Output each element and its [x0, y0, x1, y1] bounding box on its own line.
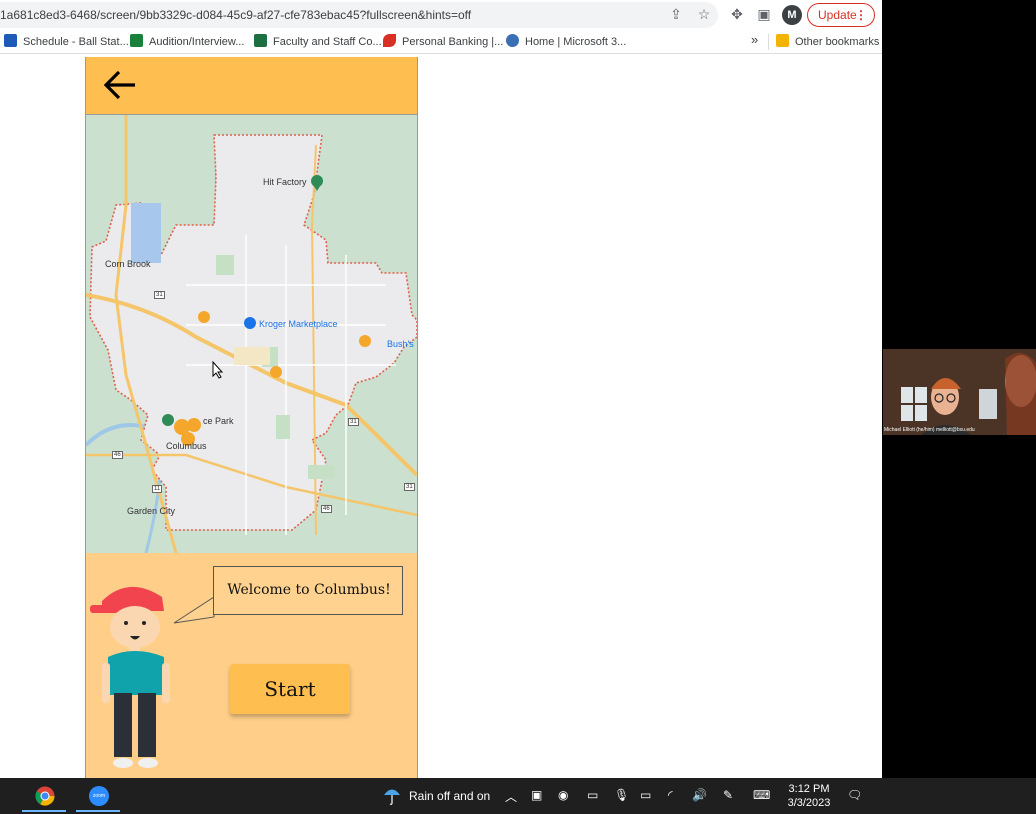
gear-badge-icon	[506, 34, 519, 47]
clock-time[interactable]: 3:12 PM	[788, 783, 830, 795]
menu-dots-icon: ⋮	[855, 8, 867, 22]
active-indicator	[76, 810, 120, 812]
share-icon[interactable]: ⇪	[666, 4, 686, 24]
url-text[interactable]: 1a681c8ed3-6468/screen/9bb3329c-d084-45c…	[0, 8, 471, 22]
v-logo-icon	[4, 34, 17, 47]
active-indicator	[22, 810, 66, 812]
bookmark-schedule[interactable]: Schedule - Ball Stat...	[4, 34, 129, 50]
city-map[interactable]: Hit Factory Corn Brook Kroger Marketplac…	[86, 115, 417, 553]
prototype-app-frame: Hit Factory Corn Brook Kroger Marketplac…	[85, 57, 418, 778]
zoom-icon: zoom	[89, 786, 109, 806]
map-label-columbus: Columbus	[166, 441, 207, 451]
extensions-icon[interactable]: ✥	[727, 4, 747, 24]
microphone-icon[interactable]: 🎙	[614, 788, 629, 802]
bookmark-label: Audition/Interview...	[149, 36, 245, 48]
route-shield-31: 31	[404, 483, 415, 491]
update-label: Update	[818, 8, 857, 22]
map-graphic	[86, 115, 417, 553]
map-label-bushs[interactable]: Bush's	[387, 339, 414, 349]
bookmark-label: Schedule - Ball Stat...	[23, 36, 129, 48]
battery-icon[interactable]: ▭	[640, 788, 651, 802]
meeting-status-icon[interactable]: ◉	[558, 788, 568, 802]
bookmark-faculty[interactable]: Faculty and Staff Co...	[254, 34, 382, 50]
chrome-browser-window: 1a681c8ed3-6468/screen/9bb3329c-d084-45c…	[0, 0, 882, 778]
route-shield-11: 11	[152, 485, 163, 493]
bookmark-microsoft[interactable]: Home | Microsoft 3...	[506, 34, 626, 50]
star-icon[interactable]: ☆	[694, 4, 714, 24]
windows-taskbar: zoom Rain off and on ︿ ▣ ◉ ▭ 🎙 ▭ ◜ 🔊 ✎ ⌨…	[0, 778, 1036, 814]
bank-swoosh-icon	[383, 34, 396, 47]
map-label-kroger[interactable]: Kroger Marketplace	[259, 319, 338, 329]
chevron-up-icon[interactable]: ︿	[505, 788, 517, 805]
bookmarks-bar: Schedule - Ball Stat... Audition/Intervi…	[0, 30, 882, 54]
mouse-cursor-icon	[212, 361, 224, 379]
profile-avatar[interactable]: M	[782, 5, 802, 25]
pen-icon[interactable]: ✎	[723, 788, 733, 802]
bookmark-audition[interactable]: Audition/Interview...	[130, 34, 244, 50]
bookmark-label: Faculty and Staff Co...	[273, 36, 382, 48]
address-bar: 1a681c8ed3-6468/screen/9bb3329c-d084-45c…	[0, 0, 882, 30]
start-button[interactable]: Start	[230, 664, 350, 714]
excel-icon	[254, 34, 267, 47]
taskbar-zoom[interactable]: zoom	[72, 782, 124, 812]
url-field[interactable]: 1a681c8ed3-6468/screen/9bb3329c-d084-45c…	[0, 2, 718, 28]
chrome-icon	[35, 786, 55, 806]
other-bookmarks[interactable]: Other bookmarks	[776, 34, 879, 50]
participant-name: Michael Elliott (he/him) melliott@bsu.ed…	[884, 427, 975, 433]
speech-bubble-tail	[173, 597, 215, 624]
map-label-hit-factory[interactable]: Hit Factory	[263, 177, 307, 187]
volume-icon[interactable]: 🔊	[692, 788, 707, 802]
map-label-corn-brook: Corn Brook	[105, 259, 151, 269]
welcome-panel: Welcome to Columbus! Start	[86, 553, 417, 778]
route-shield-31: 31	[348, 418, 359, 426]
other-bookmarks-label: Other bookmarks	[795, 36, 880, 48]
bookmark-label: Personal Banking |...	[402, 36, 504, 48]
taskbar-chrome[interactable]	[18, 782, 70, 812]
screen-share-icon[interactable]: ▣	[531, 788, 542, 802]
route-shield-31: 31	[154, 291, 165, 299]
speech-bubble: Welcome to Columbus!	[213, 566, 403, 615]
route-shield-46: 46	[112, 451, 123, 459]
back-arrow-icon[interactable]	[102, 69, 138, 101]
wifi-icon[interactable]: ◜	[668, 788, 673, 802]
participant-video-feed	[883, 349, 1036, 435]
bookmark-label: Home | Microsoft 3...	[525, 36, 627, 48]
zoom-video-tile[interactable]: Michael Elliott (he/him) melliott@bsu.ed…	[883, 349, 1036, 435]
keyboard-icon[interactable]: ⌨	[753, 788, 770, 802]
bookmark-banking[interactable]: Personal Banking |...	[383, 34, 503, 50]
divider	[768, 34, 769, 50]
weather-text[interactable]: Rain off and on	[409, 789, 490, 803]
notifications-icon[interactable]: 🗨	[847, 788, 862, 802]
map-label-garden-city: Garden City	[127, 506, 176, 516]
update-button[interactable]: Update ⋮	[807, 3, 875, 27]
umbrella-weather-icon[interactable]	[382, 786, 402, 806]
map-label-ce-park: ce Park	[203, 416, 234, 426]
app-header	[86, 57, 417, 115]
green-cross-icon	[130, 34, 143, 47]
speech-bubble-text: Welcome to Columbus!	[227, 582, 391, 598]
side-panel-icon[interactable]: ▣	[754, 4, 774, 24]
guide-character-illustration	[90, 586, 170, 768]
folder-icon	[776, 34, 789, 47]
camera-icon[interactable]: ▭	[587, 788, 598, 802]
desktop-screen: 1a681c8ed3-6468/screen/9bb3329c-d084-45c…	[0, 0, 1036, 814]
bookmarks-overflow-button[interactable]: »	[751, 32, 758, 48]
clock-date[interactable]: 3/3/2023	[786, 797, 832, 809]
route-shield-46: 46	[321, 505, 332, 513]
